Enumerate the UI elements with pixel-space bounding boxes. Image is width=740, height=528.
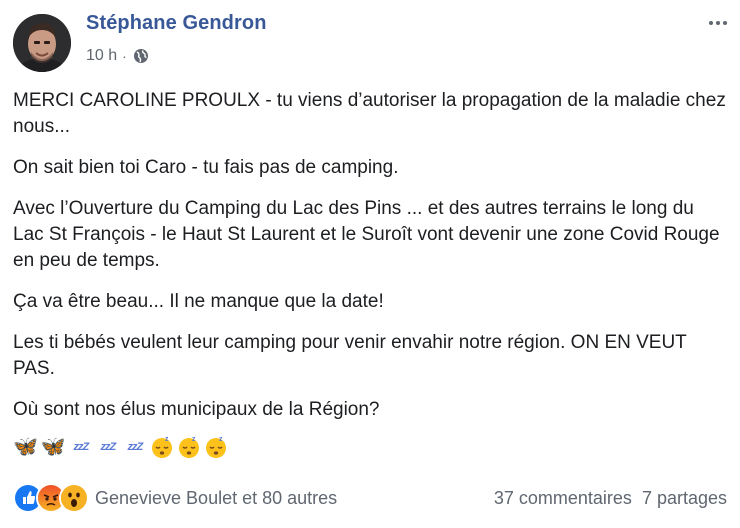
author-avatar[interactable] [13,14,71,72]
engagement-counts: 37 commentaires 7 partages [494,488,727,509]
zzz-emoji-icon: zzZ [73,441,89,453]
post-text: MERCI CAROLINE PROULX - tu viens d’autor… [13,88,727,460]
sleeping-face-emoji-icon: z [177,435,201,459]
post-paragraph: MERCI CAROLINE PROULX - tu viens d’autor… [13,90,726,137]
wow-reaction-icon [59,483,89,513]
author-name-link[interactable]: Stéphane Gendron [86,12,267,35]
globe-icon[interactable] [133,48,149,64]
svg-text:z: z [165,436,169,443]
post-paragraph: Les ti bébés veulent leur camping pour v… [13,332,687,379]
more-dot [723,21,727,25]
post-footer: Genevieve Boulet et 80 autres 37 comment… [13,483,727,513]
post-paragraph: Où sont nos élus municipaux de la Région… [13,399,380,420]
emoji-row: 🦋 🦋 zzZ zzZ zzZ z z z [13,434,727,460]
zzz-emoji-icon: zzZ [100,441,116,453]
more-dot [709,21,713,25]
butterfly-emoji-icon: 🦋 [13,436,38,458]
sleeping-face-emoji-icon: z [204,435,228,459]
facebook-post: Stéphane Gendron 10 h · MERCI CAROLINE P… [0,0,740,528]
post-timestamp[interactable]: 10 h [86,47,117,65]
butterfly-emoji-icon: 🦋 [40,436,66,458]
post-paragraph: Ça va être beau... Il ne manque que la d… [13,291,384,312]
zzz-emoji-icon: zzZ [127,441,143,453]
svg-text:z: z [219,436,223,443]
post-options-button[interactable] [703,12,733,34]
svg-text:z: z [192,436,196,443]
reactions-text[interactable]: Genevieve Boulet et 80 autres [95,488,337,509]
reactions-summary[interactable]: Genevieve Boulet et 80 autres [13,483,337,513]
post-meta: 10 h · [86,47,149,65]
more-dot [716,21,720,25]
comments-count-link[interactable]: 37 commentaires [494,488,632,509]
meta-separator: · [122,48,127,64]
post-paragraph: Avec l’Ouverture du Camping du Lac des P… [13,198,720,271]
sleeping-face-emoji-icon: z [150,435,174,459]
post-paragraph: On sait bien toi Caro - tu fais pas de c… [13,157,399,178]
shares-count-link[interactable]: 7 partages [642,488,727,509]
